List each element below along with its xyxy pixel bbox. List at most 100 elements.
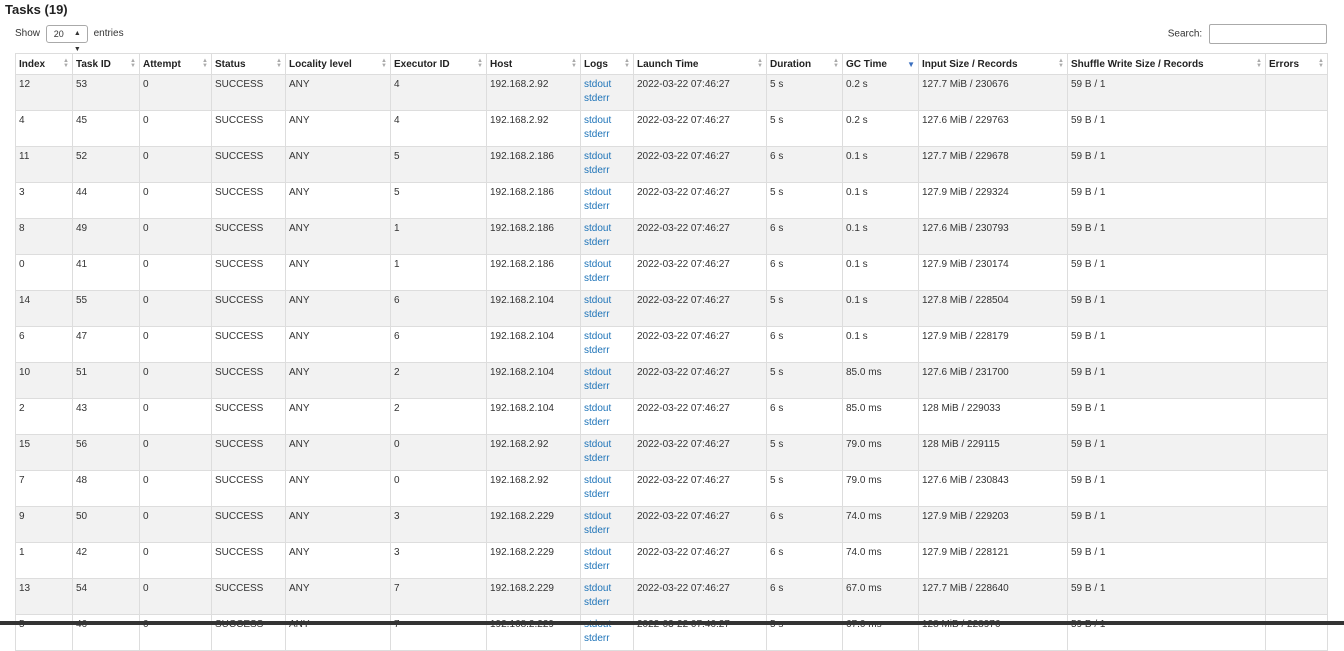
cell-attempt: 0 [139,398,212,435]
cell-task-id: 46 [72,614,140,651]
cell-locality: ANY [285,470,391,507]
page-size-select[interactable]: 20 ▲ ▼ [45,25,88,53]
column-header-index[interactable]: Index ▲ ▼ [15,53,73,75]
stderr-link[interactable]: stderr [584,452,630,466]
stdout-link[interactable]: stdout [584,78,630,92]
stdout-link[interactable]: stdout [584,438,630,452]
cell-index: 1 [15,542,73,579]
cell-launch: 2022-03-22 07:46:27 [633,398,767,435]
stdout-link[interactable]: stdout [584,582,630,596]
stderr-link[interactable]: stderr [584,92,630,106]
column-header-label: Executor ID [394,58,450,70]
cell-attempt: 0 [139,254,212,291]
cell-host: 192.168.2.229 [486,506,581,543]
cell-input: 128 MiB / 228976 [918,614,1068,651]
column-header-attempt[interactable]: Attempt ▲ ▼ [139,53,212,75]
sort-both-icon: ▲ ▼ [1318,58,1324,69]
column-header-duration[interactable]: Duration ▲ ▼ [766,53,843,75]
cell-locality: ANY [285,182,391,219]
cell-executor: 0 [390,470,487,507]
column-header-errors[interactable]: Errors ▲ ▼ [1265,53,1328,75]
column-header-label: Index [19,58,46,70]
cell-gc: 85.0 ms [842,398,919,435]
cell-launch: 2022-03-22 07:46:27 [633,182,767,219]
stderr-link[interactable]: stderr [584,128,630,142]
column-header-launch-time[interactable]: Launch Time ▲ ▼ [633,53,767,75]
cell-gc: 67.0 ms [842,614,919,651]
table-row: 9 50 0 SUCCESS ANY 3 192.168.2.229 stdout stderr… [15,506,1328,543]
cell-index: 15 [15,434,73,471]
cell-attempt: 0 [139,578,212,615]
table-row: 2 43 0 SUCCESS ANY 2 192.168.2.104 stdout stderr… [15,398,1328,435]
stdout-link[interactable]: stdout [584,402,630,416]
stdout-link[interactable]: stdout [584,510,630,524]
column-header-status[interactable]: Status ▲ ▼ [211,53,286,75]
cell-status: SUCCESS [211,542,286,579]
tasks-table: Index ▲ ▼ Task ID ▲ ▼ Attempt ▲ ▼ Status ▲ ▼ Localit… [15,53,1328,651]
stdout-link[interactable]: stdout [584,546,630,560]
column-header-executor-id[interactable]: Executor ID ▲ ▼ [390,53,487,75]
cell-task-id: 56 [72,434,140,471]
sort-both-icon: ▲ ▼ [130,58,136,69]
table-row: 11 52 0 SUCCESS ANY 5 192.168.2.186 stdout stder… [15,146,1328,183]
cell-input: 127.6 MiB / 230843 [918,470,1068,507]
cell-shuffle: 59 B / 1 [1067,218,1266,255]
cell-index: 12 [15,74,73,111]
cell-shuffle: 59 B / 1 [1067,434,1266,471]
stderr-link[interactable]: stderr [584,596,630,610]
stderr-link[interactable]: stderr [584,524,630,538]
stderr-link[interactable]: stderr [584,632,630,646]
stderr-link[interactable]: stderr [584,560,630,574]
cell-launch: 2022-03-22 07:46:27 [633,74,767,111]
cell-input: 127.7 MiB / 229678 [918,146,1068,183]
column-header-logs[interactable]: Logs ▲ ▼ [580,53,634,75]
stdout-link[interactable]: stdout [584,294,630,308]
stderr-link[interactable]: stderr [584,416,630,430]
column-header-shuffle-write-size-records[interactable]: Shuffle Write Size / Records ▲ ▼ [1067,53,1266,75]
cell-locality: ANY [285,542,391,579]
search-input[interactable] [1209,24,1327,44]
cell-duration: 5 s [766,434,843,471]
stdout-link[interactable]: stdout [584,150,630,164]
stdout-link[interactable]: stdout [584,330,630,344]
stderr-link[interactable]: stderr [584,200,630,214]
cell-input: 127.9 MiB / 229203 [918,506,1068,543]
cell-duration: 6 s [766,506,843,543]
cell-attempt: 0 [139,542,212,579]
cell-input: 127.7 MiB / 230676 [918,74,1068,111]
cell-launch: 2022-03-22 07:46:27 [633,434,767,471]
cell-status: SUCCESS [211,398,286,435]
column-header-host[interactable]: Host ▲ ▼ [486,53,581,75]
cell-attempt: 0 [139,146,212,183]
sort-both-icon: ▲ ▼ [624,58,630,69]
stderr-link[interactable]: stderr [584,164,630,178]
column-header-locality-level[interactable]: Locality level ▲ ▼ [285,53,391,75]
stdout-link[interactable]: stdout [584,222,630,236]
stdout-link[interactable]: stdout [584,366,630,380]
cell-input: 127.7 MiB / 228640 [918,578,1068,615]
cell-attempt: 0 [139,218,212,255]
cell-index: 11 [15,146,73,183]
stdout-link[interactable]: stdout [584,186,630,200]
stdout-link[interactable]: stdout [584,114,630,128]
stderr-link[interactable]: stderr [584,236,630,250]
stderr-link[interactable]: stderr [584,272,630,286]
cell-host: 192.168.2.104 [486,290,581,327]
entries-label: entries [93,28,124,39]
cell-task-id: 55 [72,290,140,327]
stderr-link[interactable]: stderr [584,344,630,358]
column-header-label: Shuffle Write Size / Records [1071,58,1204,70]
stderr-link[interactable]: stderr [584,488,630,502]
table-row: 4 45 0 SUCCESS ANY 4 192.168.2.92 stdout stderr 2… [15,110,1328,147]
column-header-task-id[interactable]: Task ID ▲ ▼ [72,53,140,75]
stdout-link[interactable]: stdout [584,258,630,272]
cell-gc: 0.1 s [842,326,919,363]
cell-locality: ANY [285,218,391,255]
cell-logs: stdoutstderr [580,398,634,435]
column-header-input-size-records[interactable]: Input Size / Records ▲ ▼ [918,53,1068,75]
cell-launch: 2022-03-22 07:46:27 [633,326,767,363]
stderr-link[interactable]: stderr [584,380,630,394]
stdout-link[interactable]: stdout [584,474,630,488]
column-header-gc-time[interactable]: GC Time ▼ [842,53,919,75]
stderr-link[interactable]: stderr [584,308,630,322]
